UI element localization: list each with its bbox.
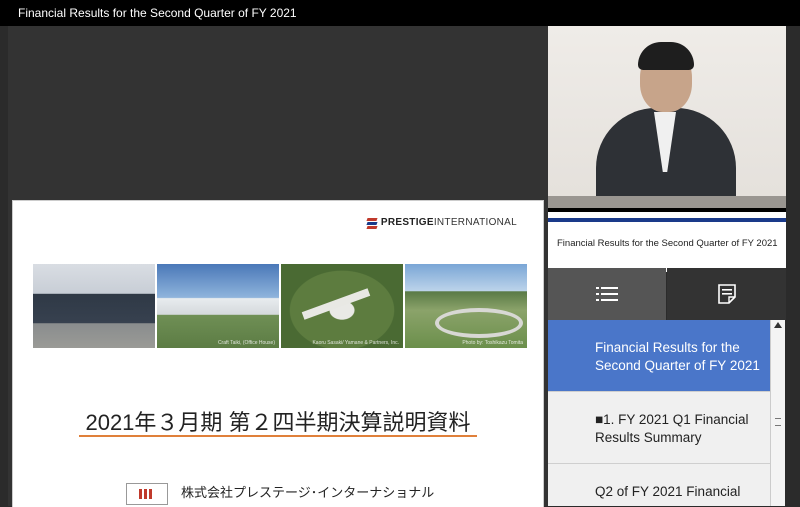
chapter-scrollbar[interactable] — [770, 320, 785, 506]
chapter-line: Financial Results for the — [595, 340, 740, 355]
logo-mark-icon — [366, 217, 378, 229]
logo-rest-text: INTERNATIONAL — [433, 217, 517, 228]
presenter-hair — [638, 42, 694, 70]
chapter-item[interactable]: Q2 of FY 2021 Financial — [548, 464, 770, 506]
logo-bold-text: PRESTIGE — [380, 217, 434, 228]
video-caption: Financial Results for the Second Quarter… — [548, 208, 786, 272]
tab-chapters[interactable] — [548, 268, 666, 320]
list-icon — [596, 287, 618, 301]
notes-icon — [717, 284, 736, 304]
slide: PRESTIGE INTERNATIONAL Craft Taiki, (Off… — [12, 200, 544, 507]
tab-notes[interactable] — [667, 268, 786, 320]
presenter-video — [548, 26, 786, 208]
chapter-item[interactable]: Financial Results for the Second Quarter… — [548, 320, 770, 392]
chapter-line: Second Quarter of FY 2021 — [595, 358, 760, 373]
photo-strip: Craft Taiki, (Office House) Kaoru Sasaki… — [33, 264, 527, 348]
building-photo: Photo by: Toshikazu Tomita — [405, 264, 527, 348]
chapter-line: ■1. FY 2021 Q1 Financial — [595, 412, 749, 427]
chapter-list: Financial Results for the Second Quarter… — [548, 320, 770, 506]
title-underline — [79, 435, 477, 437]
panel-tabs — [548, 268, 786, 320]
chapter-item[interactable]: ■1. FY 2021 Q1 Financial Results Summary — [548, 392, 770, 464]
desk — [548, 196, 786, 208]
building-photo: Kaoru Sasaki/ Yamane & Partners, Inc. — [281, 264, 403, 348]
chapter-line: Results Summary — [595, 430, 702, 445]
window-edge — [786, 26, 800, 506]
video-caption-text: Financial Results for the Second Quarter… — [557, 238, 778, 249]
company-name: 株式会社プレステージ･インターナショナル — [181, 485, 435, 500]
window-title-bar: Financial Results for the Second Quarter… — [0, 0, 800, 26]
building-photo: Craft Taiki, (Office House) — [157, 264, 279, 348]
chapter-line: Q2 of FY 2021 Financial — [595, 484, 741, 499]
caption-accent-bar — [548, 218, 786, 222]
scroll-up-icon[interactable] — [774, 322, 782, 328]
slide-title: 2021年３月期 第２四半期決算説明資料 — [85, 410, 471, 435]
company-emblem-icon — [126, 483, 168, 505]
building-photo — [33, 264, 155, 348]
window-title: Financial Results for the Second Quarter… — [18, 6, 297, 20]
scroll-grip-icon[interactable] — [775, 418, 781, 426]
company-logo: PRESTIGE INTERNATIONAL — [366, 217, 517, 229]
